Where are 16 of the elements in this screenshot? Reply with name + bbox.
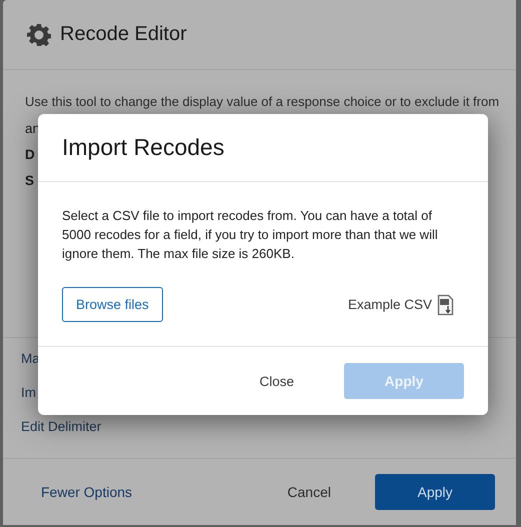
option-link[interactable]: Im — [21, 384, 36, 402]
browse-files-button[interactable]: Browse files — [62, 287, 163, 322]
description-text: Use this tool to change the display value of a response choice or to exclude it from — [25, 94, 500, 111]
cancel-button[interactable]: Cancel — [287, 484, 331, 500]
fewer-options-link[interactable]: Fewer Options — [41, 484, 132, 500]
apply-button[interactable]: Apply — [375, 474, 495, 510]
example-csv-link[interactable]: Example CSV — [348, 297, 432, 312]
settings-icon — [27, 22, 51, 46]
csv-file-icon[interactable] — [437, 294, 454, 316]
dialog-title: Import Recodes — [62, 134, 224, 161]
partial-text: S — [25, 173, 34, 188]
window-title: Recode Editor — [60, 23, 187, 46]
dialog-message: Select a CSV file to import recodes from. You can have a total of 5000 recodes for a field, if you try to import more than that we will ignore them. The max file size is 260KB. — [62, 207, 439, 263]
option-link[interactable]: Edit Delimiter — [21, 418, 102, 436]
close-button[interactable]: Close — [259, 374, 294, 388]
partial-text: D — [25, 147, 35, 162]
